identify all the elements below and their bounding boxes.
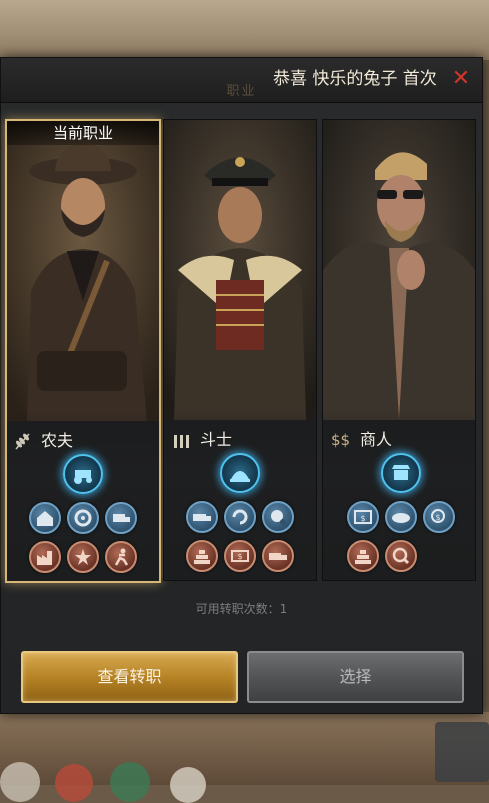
badge-star-icon[interactable] xyxy=(67,541,99,573)
svg-text:$: $ xyxy=(435,513,440,522)
job-name: 农夫 xyxy=(41,431,74,450)
svg-text:$: $ xyxy=(237,552,242,561)
coin-plus-icon[interactable]: $ xyxy=(423,501,455,533)
gear-icon[interactable] xyxy=(67,502,99,534)
gold-bars-icon[interactable] xyxy=(347,540,379,572)
job-name: 斗士 xyxy=(200,430,233,449)
truck-icon[interactable] xyxy=(105,502,137,534)
fighter-portrait xyxy=(164,120,316,420)
factory-icon[interactable] xyxy=(29,541,61,573)
farm-tractor-icon[interactable] xyxy=(63,454,103,494)
globe-icon[interactable] xyxy=(262,501,294,533)
background-top xyxy=(0,0,489,60)
supply-truck-icon[interactable] xyxy=(186,501,218,533)
money-icon[interactable]: $ xyxy=(224,540,256,572)
background-bottom xyxy=(0,712,489,803)
job-select-dialog: 职业 恭喜 快乐的兔子 首次 ✕ 当前职业 农夫 斗士 $ $$ 商人 $ $ … xyxy=(0,57,483,714)
select-button[interactable]: 选择 xyxy=(247,651,464,703)
close-button[interactable]: ✕ xyxy=(448,67,474,91)
job-card-merchant[interactable]: $$ 商人 $ $ xyxy=(322,119,476,581)
transport-truck-icon[interactable] xyxy=(262,540,294,572)
current-job-label: 当前职业 xyxy=(7,121,159,145)
bill-icon[interactable]: $ xyxy=(347,501,379,533)
merchant-portrait xyxy=(323,120,475,420)
wheat-icon xyxy=(15,433,30,450)
bread-icon[interactable] xyxy=(385,501,417,533)
farmer-portrait xyxy=(7,121,159,421)
shop-icon[interactable] xyxy=(381,453,421,493)
announcement-marquee: 恭喜 快乐的兔子 首次 xyxy=(273,69,437,89)
job-card-farmer[interactable]: 当前职业 农夫 xyxy=(5,119,161,583)
view-transfer-button[interactable]: 查看转职 xyxy=(21,651,238,703)
refresh-icon[interactable] xyxy=(224,501,256,533)
barn-icon[interactable] xyxy=(29,502,61,534)
bullets-icon xyxy=(174,435,189,448)
gold-bars-icon[interactable] xyxy=(186,540,218,572)
transfer-count-text: 可用转职次数：1 xyxy=(195,602,288,616)
job-name: 商人 xyxy=(360,430,393,449)
runner-icon[interactable] xyxy=(105,541,137,573)
job-card-fighter[interactable]: 斗士 $ xyxy=(163,119,317,581)
dialog-header: 职业 恭喜 快乐的兔子 首次 ✕ xyxy=(1,58,482,103)
search-coin-icon[interactable] xyxy=(385,540,417,572)
svg-text:$: $ xyxy=(360,514,365,523)
dome-icon[interactable] xyxy=(220,453,260,493)
dollar-sign-icon: $$ xyxy=(331,431,351,449)
